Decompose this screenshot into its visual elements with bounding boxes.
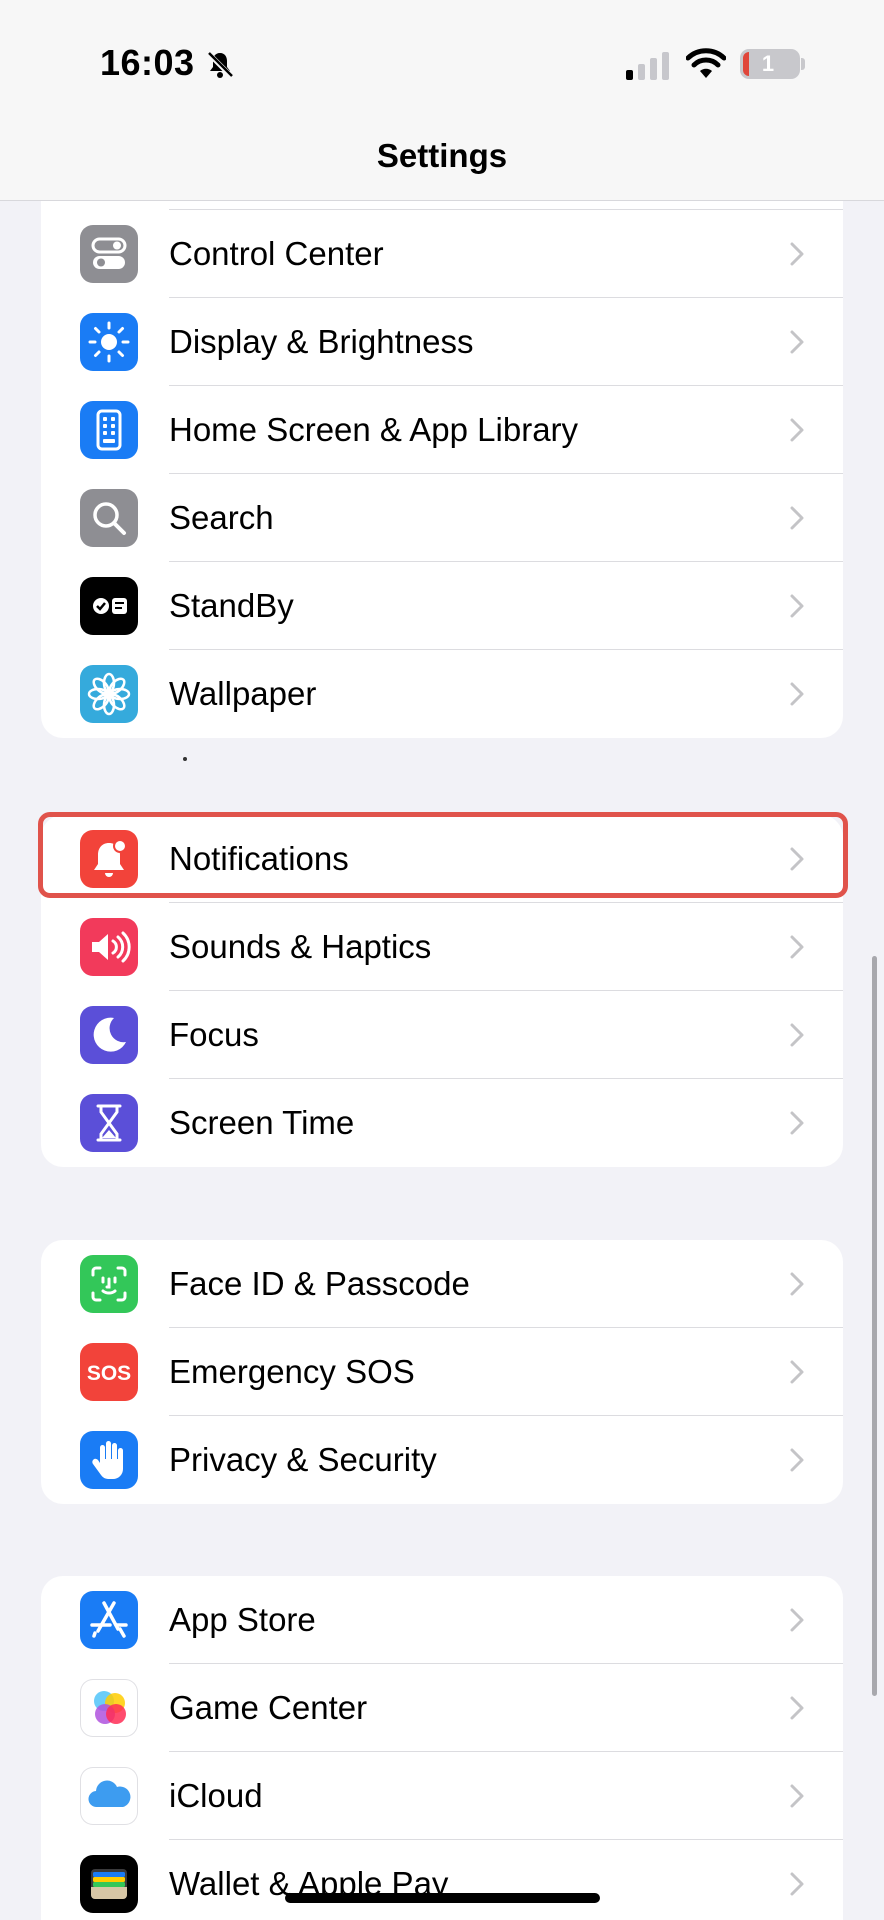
chevron-right-icon <box>790 935 804 959</box>
silent-bell-icon <box>206 51 234 79</box>
focus-moon-icon <box>80 1006 138 1064</box>
chevron-right-icon <box>790 506 804 530</box>
settings-row-app-store[interactable]: App Store <box>41 1576 843 1664</box>
page-title: Settings <box>376 137 508 174</box>
sounds-haptics-icon <box>80 918 138 976</box>
battery-percentage: 1 <box>761 51 775 76</box>
chevron-right-icon <box>790 1608 804 1632</box>
wallpaper-icon <box>80 665 138 723</box>
settings-row-label: App Store <box>169 1601 316 1638</box>
settings-row-label: iCloud <box>169 1777 263 1814</box>
settings-row-screen-time[interactable]: Screen Time <box>41 1079 843 1167</box>
settings-row-label: Wallpaper <box>169 675 317 712</box>
settings-row-label: Privacy & Security <box>169 1441 437 1478</box>
stray-dot <box>183 757 187 761</box>
display-brightness-icon <box>80 313 138 371</box>
battery-cap <box>801 58 805 70</box>
chevron-right-icon <box>790 1448 804 1472</box>
settings-row-label: Home Screen & App Library <box>169 411 579 448</box>
highlight-box <box>38 812 848 898</box>
control-center-icon <box>80 225 138 283</box>
settings-group-security: Face ID & Passcode SOS Emergency SOS Pri… <box>41 1240 843 1504</box>
standby-icon <box>80 577 138 635</box>
chevron-right-icon <box>790 330 804 354</box>
settings-row-label: Control Center <box>169 235 384 272</box>
settings-row-label: Emergency SOS <box>169 1353 415 1390</box>
chevron-right-icon <box>790 1111 804 1135</box>
face-id-icon <box>80 1255 138 1313</box>
chevron-right-icon <box>790 242 804 266</box>
settings-row-game-center[interactable]: Game Center <box>41 1664 843 1752</box>
settings-group-display: Control Center Display & Brightness Home… <box>41 170 843 738</box>
settings-row-label: Game Center <box>169 1689 368 1726</box>
chevron-right-icon <box>790 418 804 442</box>
chevron-right-icon <box>790 1023 804 1047</box>
search-icon <box>80 489 138 547</box>
battery-indicator: 1 <box>740 49 800 79</box>
sos-icon-text: SOS <box>87 1362 131 1385</box>
chevron-right-icon <box>790 1272 804 1296</box>
settings-row-label: Search <box>169 499 274 536</box>
chevron-right-icon <box>790 1784 804 1808</box>
settings-row-label: Face ID & Passcode <box>169 1265 470 1302</box>
chevron-right-icon <box>790 1696 804 1720</box>
icloud-icon <box>80 1767 138 1825</box>
screen-time-hourglass-icon <box>80 1094 138 1152</box>
settings-group-services: App Store Game Center iCloud Wallet & Ap… <box>41 1576 843 1920</box>
settings-row-search[interactable]: Search <box>41 474 843 562</box>
wifi-icon <box>686 48 726 78</box>
settings-row-label: Focus <box>169 1016 259 1053</box>
settings-row-focus[interactable]: Focus <box>41 991 843 1079</box>
settings-row-control-center[interactable]: Control Center <box>41 210 843 298</box>
settings-row-label: Sounds & Haptics <box>169 928 432 965</box>
chevron-right-icon <box>790 682 804 706</box>
chevron-right-icon <box>790 1872 804 1896</box>
settings-row-wallet[interactable]: Wallet & Apple Pay <box>41 1840 843 1920</box>
app-store-icon <box>80 1591 138 1649</box>
home-screen-icon <box>80 401 138 459</box>
settings-row-privacy-security[interactable]: Privacy & Security <box>41 1416 843 1504</box>
wallet-icon <box>80 1855 138 1913</box>
status-time: 16:03 <box>100 42 195 83</box>
scrollbar[interactable] <box>872 956 877 1696</box>
settings-row-sounds-haptics[interactable]: Sounds & Haptics <box>41 903 843 991</box>
settings-row-label: Screen Time <box>169 1104 355 1141</box>
game-center-icon <box>80 1679 138 1737</box>
privacy-hand-icon <box>80 1431 138 1489</box>
settings-row-label: StandBy <box>169 587 294 624</box>
chevron-right-icon <box>790 1360 804 1384</box>
settings-row-emergency-sos[interactable]: SOS Emergency SOS <box>41 1328 843 1416</box>
navigation-header: 16:03 1 Settings <box>0 0 884 201</box>
emergency-sos-icon: SOS <box>80 1343 138 1401</box>
home-indicator[interactable] <box>285 1893 600 1903</box>
settings-row-label: Wallet & Apple Pay <box>169 1865 449 1902</box>
settings-row-label: Display & Brightness <box>169 323 474 360</box>
chevron-right-icon <box>790 594 804 618</box>
settings-row-wallpaper[interactable]: Wallpaper <box>41 650 843 738</box>
settings-row-display-brightness[interactable]: Display & Brightness <box>41 298 843 386</box>
settings-row-icloud[interactable]: iCloud <box>41 1752 843 1840</box>
settings-row-standby[interactable]: StandBy <box>41 562 843 650</box>
settings-row-face-id[interactable]: Face ID & Passcode <box>41 1240 843 1328</box>
cellular-signal-icon <box>626 52 669 80</box>
settings-row-home-screen[interactable]: Home Screen & App Library <box>41 386 843 474</box>
